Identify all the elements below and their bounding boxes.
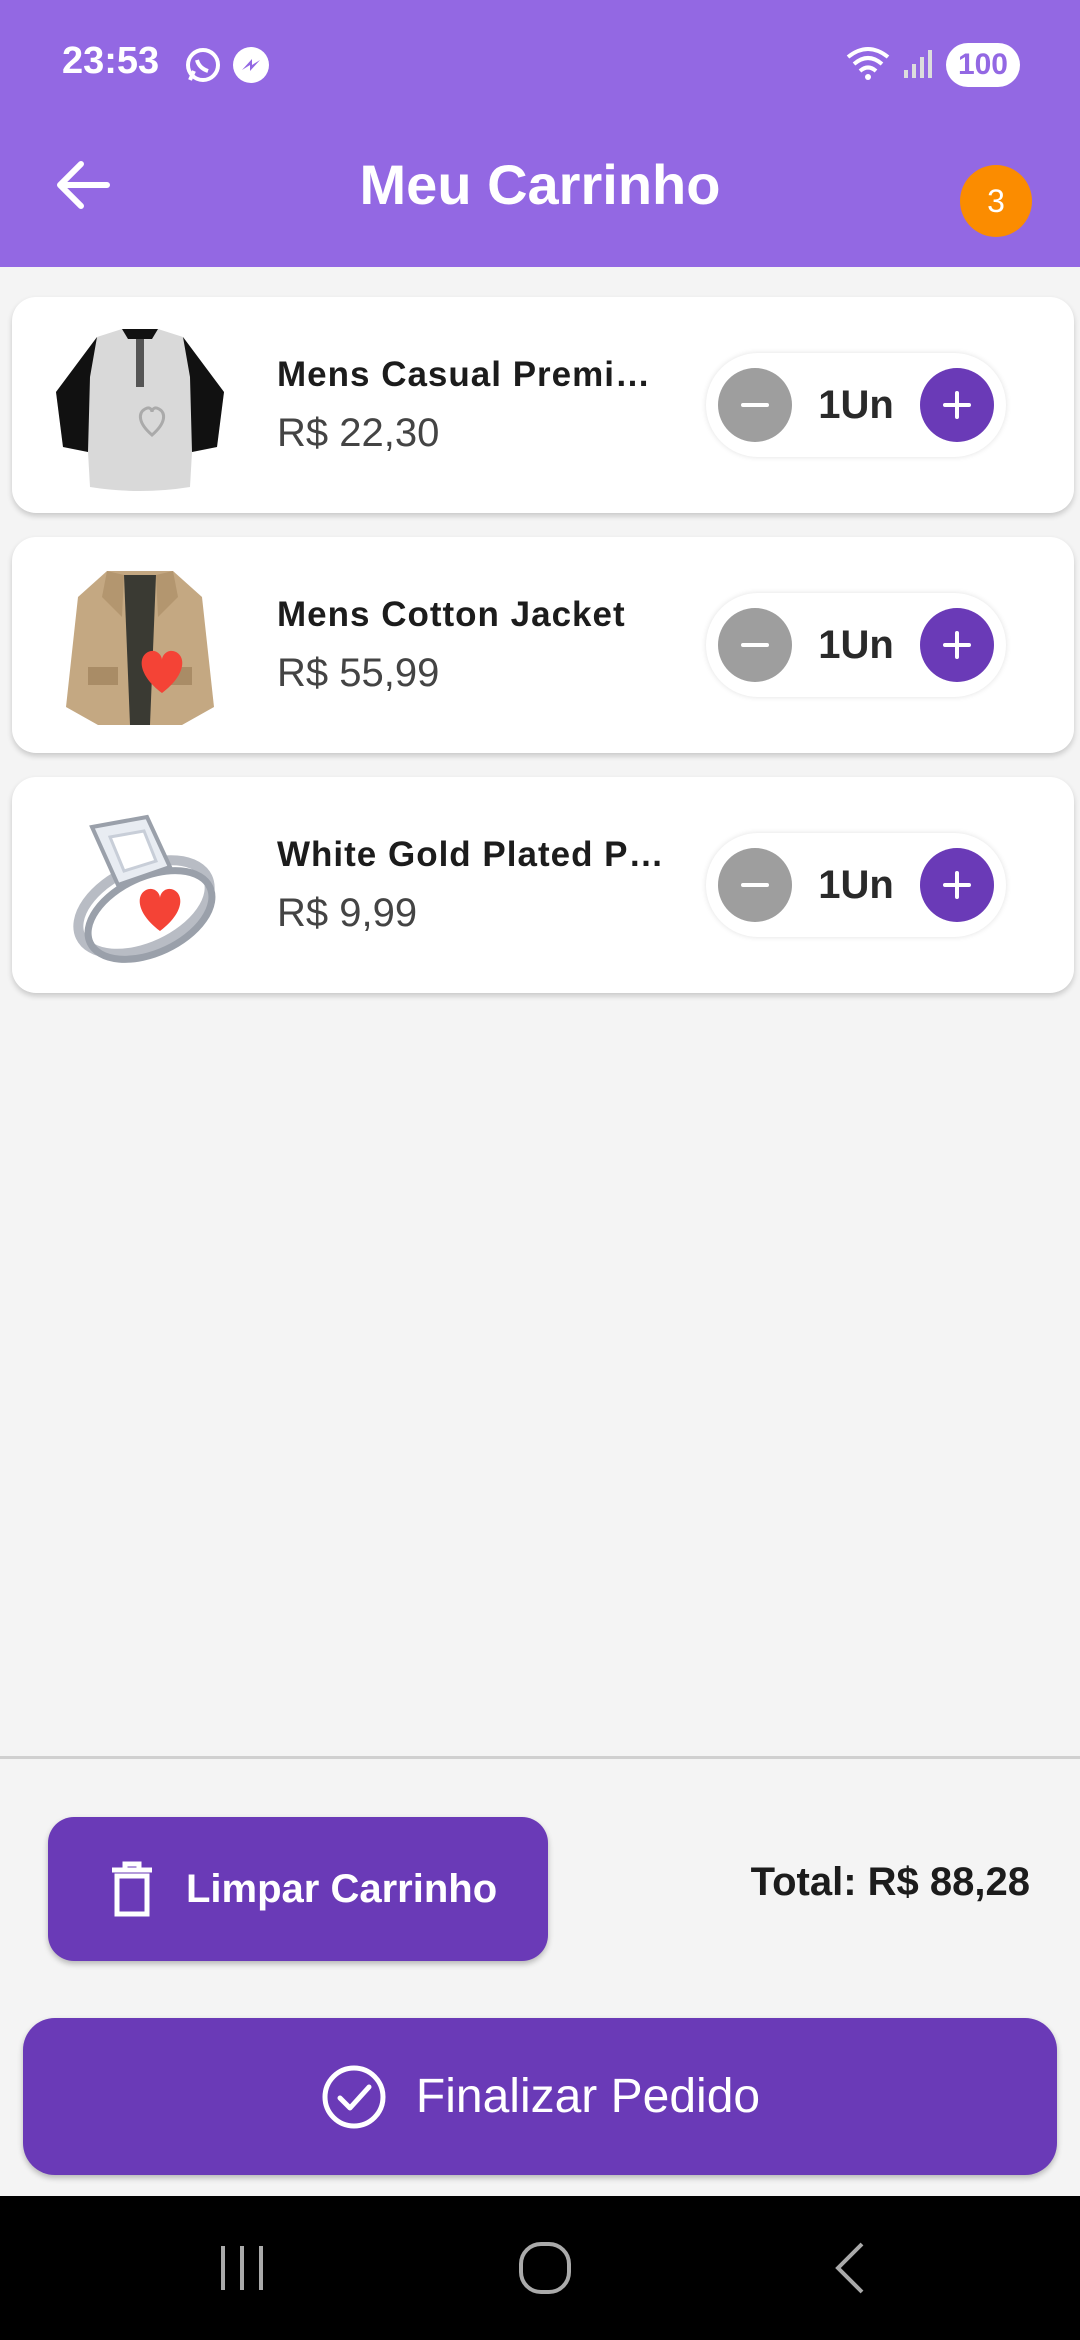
finish-order-button[interactable]: Finalizar Pedido — [23, 2018, 1057, 2175]
decrease-quantity-button[interactable] — [718, 848, 792, 922]
battery-indicator: 100 — [945, 43, 1020, 87]
product-price: R$ 22,30 — [277, 411, 440, 455]
increase-quantity-button[interactable] — [920, 848, 994, 922]
product-price: R$ 55,99 — [277, 651, 440, 695]
cart-item[interactable]: Mens Cotton Jacket R$ 55,99 1Un — [12, 537, 1074, 753]
minus-icon — [741, 403, 769, 407]
quantity-value: 1Un — [818, 863, 894, 907]
quantity-stepper: 1Un — [706, 593, 1006, 697]
product-image[interactable] — [52, 557, 228, 733]
messenger-icon — [232, 46, 270, 84]
plus-icon — [943, 871, 971, 899]
cart-list: Mens Casual Premi… R$ 22,30 1Un Mens Cot… — [12, 297, 1074, 1017]
top-app-bar: 23:53 100 Meu Carrinho 3 — [0, 0, 1080, 267]
cart-item[interactable]: White Gold Plated P… R$ 9,99 1Un — [12, 777, 1074, 993]
home-icon — [519, 2242, 571, 2294]
decrease-quantity-button[interactable] — [718, 608, 792, 682]
product-image[interactable] — [52, 797, 228, 973]
recent-apps-button[interactable] — [202, 2238, 282, 2298]
quantity-value: 1Un — [818, 623, 894, 667]
cart-total: Total: R$ 88,28 — [750, 1860, 1030, 1904]
quantity-stepper: 1Un — [706, 353, 1006, 457]
home-button[interactable] — [505, 2238, 585, 2298]
quantity-value: 1Un — [818, 383, 894, 427]
product-name: Mens Casual Premi… — [277, 355, 651, 394]
cart-count-badge: 3 — [960, 165, 1032, 237]
product-price: R$ 9,99 — [277, 891, 418, 935]
back-nav-button[interactable] — [810, 2238, 890, 2298]
system-navigation-bar — [0, 2196, 1080, 2340]
status-time: 23:53 — [62, 40, 160, 82]
status-bar: 23:53 100 — [0, 0, 1080, 130]
clear-cart-button[interactable]: Limpar Carrinho — [48, 1817, 548, 1961]
recent-apps-icon — [221, 2246, 263, 2290]
product-image[interactable] — [52, 317, 228, 493]
plus-icon — [943, 631, 971, 659]
plus-icon — [943, 391, 971, 419]
product-name: Mens Cotton Jacket — [277, 595, 626, 634]
signal-icon — [902, 46, 936, 85]
finish-order-label: Finalizar Pedido — [415, 2070, 761, 2123]
increase-quantity-button[interactable] — [920, 368, 994, 442]
decrease-quantity-button[interactable] — [718, 368, 792, 442]
product-name: White Gold Plated P… — [277, 835, 665, 874]
cart-item[interactable]: Mens Casual Premi… R$ 22,30 1Un — [12, 297, 1074, 513]
page-title: Meu Carrinho — [359, 153, 721, 216]
wifi-icon — [844, 45, 892, 86]
minus-icon — [741, 643, 769, 647]
check-circle-icon — [320, 2063, 388, 2131]
whatsapp-icon — [184, 46, 222, 84]
clear-cart-label: Limpar Carrinho — [186, 1866, 498, 1911]
trash-icon — [108, 1859, 156, 1919]
quantity-stepper: 1Un — [706, 833, 1006, 937]
minus-icon — [741, 883, 769, 887]
favorite-icon — [139, 888, 181, 931]
footer-divider — [0, 1756, 1080, 1759]
chevron-left-icon — [835, 2242, 864, 2294]
increase-quantity-button[interactable] — [920, 608, 994, 682]
